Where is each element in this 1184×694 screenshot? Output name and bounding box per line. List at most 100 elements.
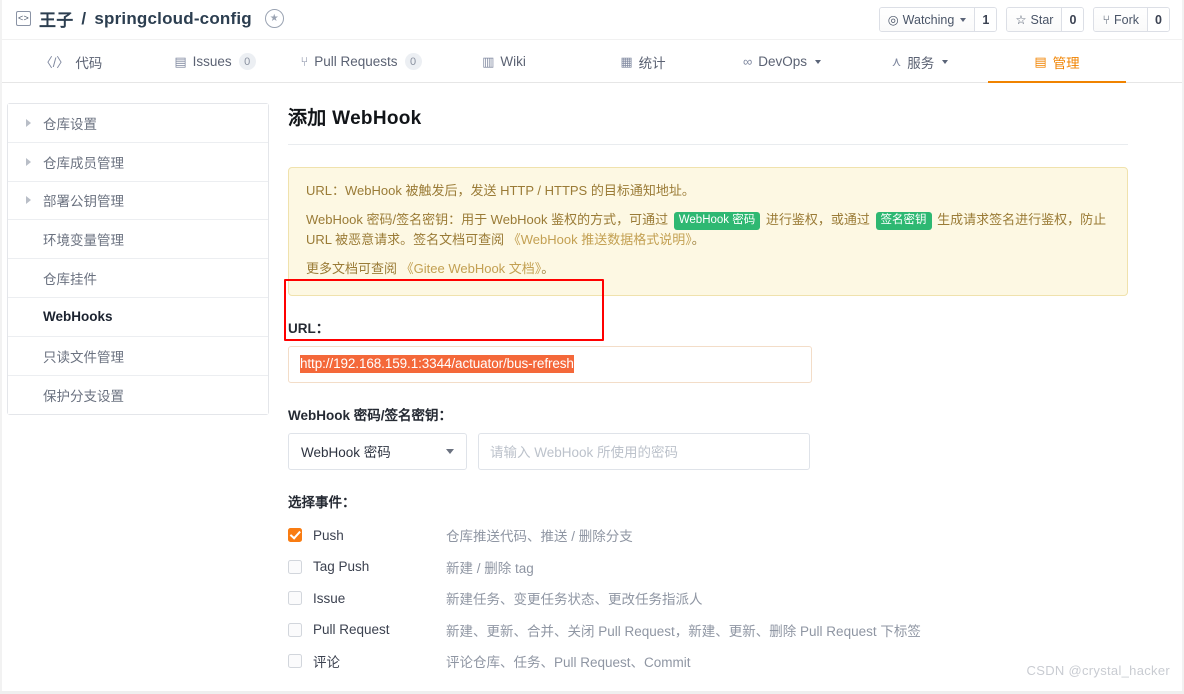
tab-pull-requests[interactable]: ⑂ Pull Requests 0 [288,40,434,83]
watching-label: Watching [902,12,955,27]
page-root: <> 王子 / springcloud-config ★ ◎ Watching … [0,0,1184,694]
url-field-label: URL： [288,320,330,336]
sidebar-item-widgets[interactable]: 仓库挂件 [8,259,268,298]
tab-stats-label: 统计 [638,55,666,71]
tab-issues-label: Issues [192,54,232,69]
sidebar-item-label: 仓库挂件 [43,272,97,288]
event-row-issue[interactable]: Issue 新建任务、变更任务状态、更改任务指派人 [288,583,1128,615]
secret-type-selected-value: WebHook 密码 [301,445,391,461]
tab-service[interactable]: ⋏ 服务 [852,40,988,83]
notice-text-b: 进行鉴权，或通过 [765,212,870,228]
sidebar-item-members[interactable]: 仓库成员管理 [8,142,268,182]
tab-manage-label: 管理 [1052,55,1080,71]
badge-webhook-password: WebHook 密码 [673,212,761,230]
checkbox-comment[interactable] [288,654,302,669]
issues-count-badge: 0 [238,53,256,70]
event-row-comment[interactable]: 评论 评论仓库、任务、Pull Request、Commit [288,646,1128,678]
star-count[interactable]: 0 [1061,8,1084,31]
tab-code-label: 代码 [75,55,103,71]
notice-line-secret: WebHook 密码/签名密钥：用于 WebHook 鉴权的方式，可通过 Web… [306,210,1110,250]
secret-password-placeholder: 请输入 WebHook 所使用的密码 [490,445,679,461]
star-button-group[interactable]: ☆ Star 0 [1006,7,1085,32]
sidebar-item-deploy-keys[interactable]: 部署公钥管理 [8,181,268,221]
events-list: Push 仓库推送代码、推送 / 删除分支 Tag Push 新建 / 删除 t… [288,520,1128,678]
tab-wiki[interactable]: ▥ Wiki [434,40,574,83]
checkbox-push[interactable] [288,528,302,543]
star-icon: ☆ [1015,13,1027,27]
secret-field-label: WebHook 密码/签名密钥： [288,407,453,423]
checkbox-issue[interactable] [288,591,302,606]
repo-name-link[interactable]: springcloud-config [94,9,252,29]
webhook-info-notice: URL：WebHook 被触发后，发送 HTTP / HTTPS 的目标通知地址… [288,167,1128,296]
notice-text-e: 更多文档可查阅 [306,261,398,277]
url-input-value: http://192.168.159.1:3344/actuator/bus-r… [300,355,574,374]
tab-stats[interactable]: ▦ 统计 [574,40,712,83]
window-edge-left [0,0,2,694]
event-description: 新建 / 删除 tag [446,560,534,576]
secret-field-row: WebHook 密码 请输入 WebHook 所使用的密码 [288,432,1128,470]
tab-devops[interactable]: ∞ DevOps [712,40,852,83]
sidebar-item-env-vars[interactable]: 环境变量管理 [8,220,268,260]
fork-button[interactable]: ⑂ Fork [1094,8,1147,31]
event-row-pull-request[interactable]: Pull Request 新建、更新、合并、关闭 Pull Request，新建… [288,614,1128,646]
events-label: 选择事件： [288,494,356,510]
event-row-tag-push[interactable]: Tag Push 新建 / 删除 tag [288,551,1128,583]
tab-wiki-label: Wiki [500,54,526,69]
star-button[interactable]: ☆ Star [1007,8,1062,31]
sidebar-item-label: 保护分支设置 [43,388,124,404]
event-description: 新建、更新、合并、关闭 Pull Request，新建、更新、删除 Pull R… [446,623,921,639]
url-input[interactable]: http://192.168.159.1:3344/actuator/bus-r… [288,345,812,383]
tab-issues[interactable]: ▤ Issues 0 [142,40,288,83]
settings-sidebar: 仓库设置 仓库成员管理 部署公钥管理 环境变量管理 仓库挂件 WebHooks [7,103,269,416]
sidebar-item-label: 仓库成员管理 [43,155,124,171]
event-description: 评论仓库、任务、Pull Request、Commit [446,655,691,671]
sidebar-item-webhooks[interactable]: WebHooks [8,297,268,337]
checkbox-tag-push[interactable] [288,559,302,574]
link-webhook-payload-doc[interactable]: 《WebHook 推送数据格式说明》 [508,232,692,247]
tab-service-label: 服务 [907,55,935,71]
secret-password-input[interactable]: 请输入 WebHook 所使用的密码 [478,432,810,470]
event-row-push[interactable]: Push 仓库推送代码、推送 / 删除分支 [288,520,1128,552]
webhook-form-panel: 添加 WebHook URL：WebHook 被触发后，发送 HTTP / HT… [288,83,1128,694]
sidebar-item-label: 只读文件管理 [43,349,124,365]
secret-type-select[interactable]: WebHook 密码 [288,432,467,470]
sidebar-item-readonly-files[interactable]: 只读文件管理 [8,336,268,376]
star-label: Star [1030,12,1054,27]
event-name: Push [313,527,344,543]
sidebar-item-repo-settings[interactable]: 仓库设置 [8,104,268,143]
fork-label: Fork [1114,12,1139,27]
stats-icon: ▦ [620,53,633,69]
pull-request-icon: ⑂ [300,54,309,69]
tab-manage[interactable]: ▤ 管理 [988,40,1126,84]
watching-button-group[interactable]: ◎ Watching 1 [878,7,998,32]
notice-line-more-docs: 更多文档可查阅 《Gitee WebHook 文档》。 [306,259,1110,279]
page-title: 添加 WebHook [288,83,1128,145]
tab-code[interactable]: 〈/〉 代码 [0,40,142,83]
chevron-down-icon [446,448,454,454]
chevron-right-icon [26,157,31,166]
manage-icon: ▤ [1034,53,1047,69]
chevron-down-icon [942,59,949,64]
breadcrumb-separator: / [81,8,87,28]
watching-button[interactable]: ◎ Watching [879,8,975,31]
chevron-down-icon [960,17,967,22]
chevron-down-icon [815,59,822,64]
watching-count[interactable]: 1 [974,8,997,31]
chevron-right-icon [26,118,31,127]
pull-requests-count-badge: 0 [404,53,422,70]
repo-owner-link[interactable]: 王子 [39,6,73,31]
fork-count[interactable]: 0 [1147,8,1169,31]
fork-button-group[interactable]: ⑂ Fork 0 [1093,7,1170,32]
watermark: CSDN @crystal_hacker [1026,663,1170,678]
code-icon: 〈/〉 [39,55,70,70]
devops-icon: ∞ [742,54,753,69]
code-brackets-icon: <> [16,11,31,26]
service-icon: ⋏ [891,53,902,69]
issues-icon: ▤ [174,53,187,69]
checkbox-pull-request[interactable] [288,622,302,637]
link-gitee-webhook-doc[interactable]: 《Gitee WebHook 文档》 [401,261,542,276]
event-name: Tag Push [313,559,370,575]
event-name: 评论 [313,655,340,671]
tab-pull-requests-label: Pull Requests [314,54,398,69]
sidebar-item-protected-branches[interactable]: 保护分支设置 [8,375,268,415]
